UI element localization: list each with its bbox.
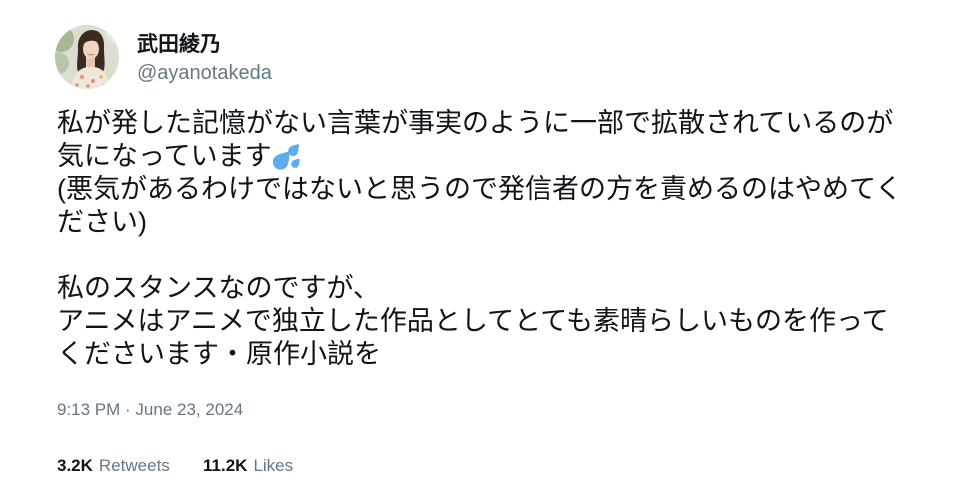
likes-count: 11.2K — [203, 456, 248, 475]
avatar-flower — [86, 84, 90, 88]
tweet-timestamp[interactable]: 9:13 PM · June 23, 2024 — [57, 400, 243, 420]
avatar-flower — [75, 83, 79, 87]
tweet-card: 武田綾乃 @ayanotakeda 私が発した記憶がない言葉が事実のように一部で… — [0, 0, 960, 502]
avatar[interactable] — [55, 25, 119, 89]
likes-link[interactable]: 11.2K Likes — [203, 456, 293, 476]
droplet-small — [290, 158, 300, 168]
avatar-flower — [102, 83, 106, 87]
tweet-line: 私のスタンスなのですが、 — [57, 273, 380, 303]
tweet-line: (悪気があるわけではないと思うので発信者の方を責めるのはやめてく — [57, 174, 903, 204]
avatar-neck — [87, 58, 95, 68]
tweet-text: 私が発した記憶がない言葉が事実のように一部で拡散されているのが 気になっています… — [57, 107, 947, 371]
avatar-flower — [99, 75, 103, 79]
avatar-photo — [55, 25, 119, 89]
retweets-label: Retweets — [98, 456, 170, 475]
tweet-paragraph: 私のスタンスなのですが、 アニメはアニメで独立した作品としてとても素晴らしいもの… — [57, 272, 947, 371]
display-name[interactable]: 武田綾乃 — [137, 31, 221, 59]
user-handle[interactable]: @ayanotakeda — [137, 59, 272, 87]
tweet-line: ださい) — [57, 207, 147, 237]
retweets-count: 3.2K — [57, 456, 93, 475]
tweet-line: アニメはアニメで独立した作品としてとても素晴らしいものを作って — [57, 306, 889, 336]
tweet-line: 私が発した記憶がない言葉が事実のように一部で拡散されているのが — [57, 108, 894, 138]
tweet-paragraph: 私が発した記憶がない言葉が事実のように一部で拡散されているのが 気になっています… — [57, 107, 947, 239]
avatar-flower — [91, 79, 95, 83]
sweat-droplets-icon — [272, 143, 300, 170]
tweet-line: くださいます・原作小説を — [57, 339, 381, 369]
retweets-link[interactable]: 3.2K Retweets — [57, 456, 170, 476]
avatar-flower — [79, 74, 85, 80]
tweet-line-with-emoji: 気になっています — [57, 140, 947, 173]
tweet-line-text: 気になっています — [57, 141, 272, 171]
likes-label: Likes — [253, 456, 294, 475]
